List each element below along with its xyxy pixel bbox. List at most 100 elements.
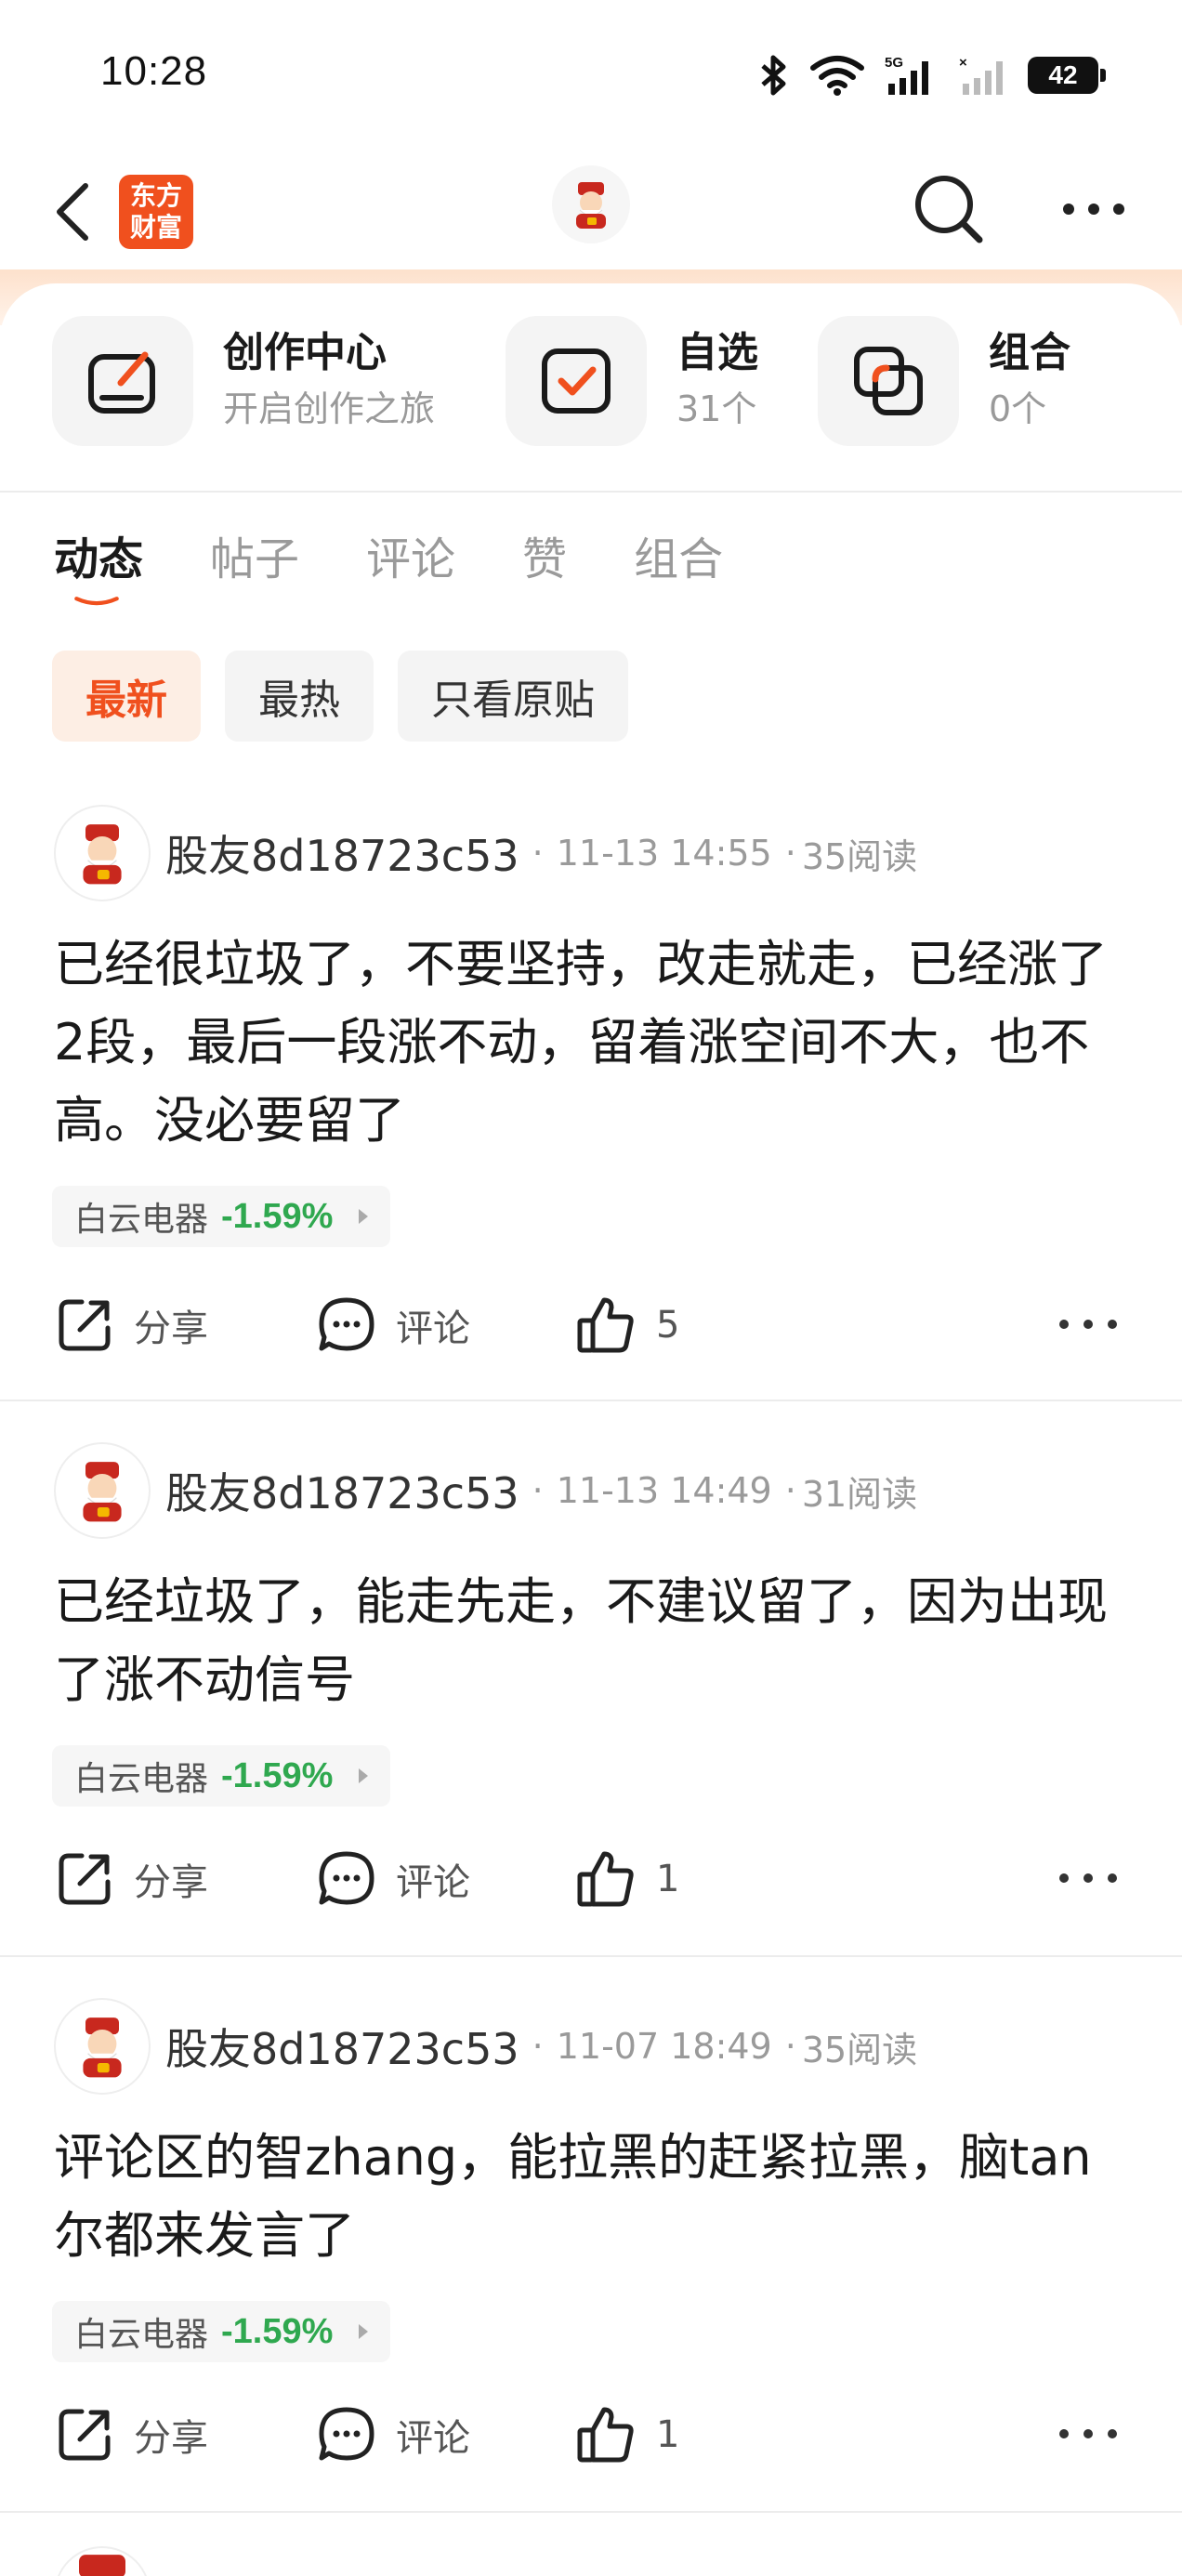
share-button[interactable]: 分享 (54, 2398, 208, 2472)
post-author[interactable]: 股友8d18723c53 (165, 2016, 519, 2077)
more-dot-icon (1084, 1873, 1093, 1883)
post-card[interactable]: 股友8d18723c53 · 11-07 18:49 · 35阅读 评论区的智z… (0, 1998, 1182, 2509)
stock-tag[interactable]: 白云电器 -1.59% (52, 2301, 391, 2362)
stock-change: -1.59% (221, 1755, 334, 1795)
svg-text:×: × (959, 55, 967, 71)
bluetooth-icon (761, 55, 786, 96)
more-dot-icon (1059, 1320, 1069, 1329)
post-more-button[interactable] (1059, 1320, 1117, 1329)
profile-avatar[interactable] (552, 165, 630, 243)
status-bar: 10:28 5G × 42 (0, 0, 1182, 149)
post-time: 11-13 14:55 (556, 833, 772, 874)
comment-button[interactable]: 评论 (316, 2398, 470, 2472)
post-header: 股友8d18723c53 · 11-13 14:55 · 35阅读 (54, 805, 917, 901)
post-actions: 分享 评论 1 (54, 2398, 1132, 2472)
meta-separator: · (532, 833, 544, 874)
comment-label: 评论 (396, 1308, 470, 1350)
back-button[interactable] (46, 175, 102, 249)
avatar[interactable] (54, 2546, 151, 2576)
wifi-icon (810, 56, 864, 96)
thumbs-up-icon (577, 1851, 634, 1907)
post-reads: 35阅读 (801, 2029, 918, 2070)
post-more-button[interactable] (1059, 1873, 1117, 1883)
filter-original-only[interactable]: 只看原贴 (398, 651, 628, 742)
meta-separator: · (532, 2026, 544, 2067)
thumbs-up-icon (577, 2407, 634, 2463)
like-button[interactable]: 1 (576, 2398, 679, 2472)
more-dot-icon (1108, 1320, 1117, 1329)
caishen-avatar-icon (83, 1462, 122, 1522)
comment-button[interactable]: 评论 (316, 1842, 470, 1916)
post-content[interactable]: 已经很垃圾了，不要坚持，改走就走，已经涨了2段，最后一段涨不动，留着涨空间不大，… (54, 926, 1132, 1160)
comment-label: 评论 (396, 2417, 470, 2460)
more-dot-icon (1108, 1873, 1117, 1883)
avatar[interactable] (54, 1442, 151, 1539)
quick-sub: 0个 (989, 388, 1047, 429)
post-author[interactable]: 股友8d18723c53 (165, 822, 519, 884)
more-dot-icon (1063, 204, 1074, 215)
meta-separator: · (784, 1470, 796, 1511)
comment-icon (319, 1297, 374, 1351)
tab-posts[interactable]: 帖子 (210, 530, 299, 604)
post-card[interactable]: 股友8d18723c53 · 11-13 14:49 · 31阅读 已经垃圾了，… (0, 1442, 1182, 1953)
stock-name: 白云电器 (74, 2316, 209, 2354)
share-button[interactable]: 分享 (54, 1288, 208, 1362)
quick-title: 组合 (989, 329, 1070, 376)
filter-hot[interactable]: 最热 (225, 651, 374, 742)
meta-separator: · (784, 2026, 796, 2067)
brand-logo-line1: 东方 (129, 180, 182, 211)
like-button[interactable]: 1 (576, 1842, 679, 1916)
battery-icon: 42 (1028, 57, 1106, 94)
search-button[interactable] (907, 167, 991, 251)
post-content[interactable]: 已经垃圾了，能走先走，不建议留了，因为出现了涨不动信号 (54, 1563, 1132, 1719)
tab-comments[interactable]: 评论 (366, 530, 455, 604)
more-dot-icon (1059, 2429, 1069, 2438)
post-author[interactable]: 股友8d18723c53 (165, 1460, 519, 1521)
post-divider (0, 2511, 1182, 2513)
post-card[interactable]: 股友8d18723c53 · 11-13 14:55 · 35阅读 已经很垃圾了… (0, 805, 1182, 1400)
thumbs-up-icon (577, 1297, 634, 1353)
stock-tag[interactable]: 白云电器 -1.59% (52, 1745, 391, 1807)
like-button[interactable]: 5 (576, 1288, 679, 1362)
comment-label: 评论 (396, 1861, 470, 1904)
post-more-button[interactable] (1059, 2429, 1117, 2438)
avatar[interactable] (54, 805, 151, 901)
filter-latest[interactable]: 最新 (52, 651, 201, 742)
tab-dynamic[interactable]: 动态 (54, 530, 143, 604)
quick-sub: 开启创作之旅 (223, 388, 436, 429)
more-dot-icon (1113, 204, 1124, 215)
quick-sub: 31个 (676, 388, 757, 429)
post-divider (0, 1400, 1182, 1401)
stock-tag[interactable]: 白云电器 -1.59% (52, 1186, 391, 1247)
creator-icon-wrap (52, 316, 193, 446)
checkbox-icon (542, 348, 611, 414)
post-header: 股友8d18723c53 · 11-07 18:49 · 35阅读 (54, 1998, 917, 2095)
caishen-avatar-icon (83, 824, 122, 885)
portfolio-icon (854, 347, 923, 415)
comment-button[interactable]: 评论 (316, 1288, 470, 1362)
avatar[interactable] (54, 1998, 151, 2095)
like-count: 1 (656, 1858, 680, 1900)
watchlist-entry[interactable]: 自选 31个 (506, 316, 758, 446)
creator-center-entry[interactable]: 创作中心 开启创作之旅 (52, 316, 435, 446)
comment-icon (319, 1851, 374, 1905)
status-time: 10:28 (100, 48, 208, 94)
caishen-avatar-icon (79, 2555, 125, 2576)
post-content[interactable]: 评论区的智zhang，能拉黑的赶紧拉黑，脑tan尔都来发言了 (54, 2119, 1132, 2275)
section-divider (0, 491, 1182, 493)
tab-likes[interactable]: 赞 (522, 530, 567, 604)
more-dot-icon (1084, 1320, 1093, 1329)
more-options-button[interactable] (1052, 167, 1136, 251)
search-icon (915, 176, 983, 243)
more-dot-icon (1059, 1873, 1069, 1883)
share-icon (59, 2409, 111, 2461)
more-dot-icon (1108, 2429, 1117, 2438)
meta-separator: · (532, 1470, 544, 1511)
share-button[interactable]: 分享 (54, 1842, 208, 1916)
portfolio-entry[interactable]: 组合 0个 (818, 316, 1070, 446)
share-label: 分享 (134, 2417, 208, 2460)
quick-panel: 创作中心 开启创作之旅 自选 31个 组合 0个 (0, 283, 1182, 493)
share-label: 分享 (134, 1308, 208, 1350)
stock-change: -1.59% (221, 1196, 334, 1236)
tab-portfolio[interactable]: 组合 (634, 530, 723, 604)
